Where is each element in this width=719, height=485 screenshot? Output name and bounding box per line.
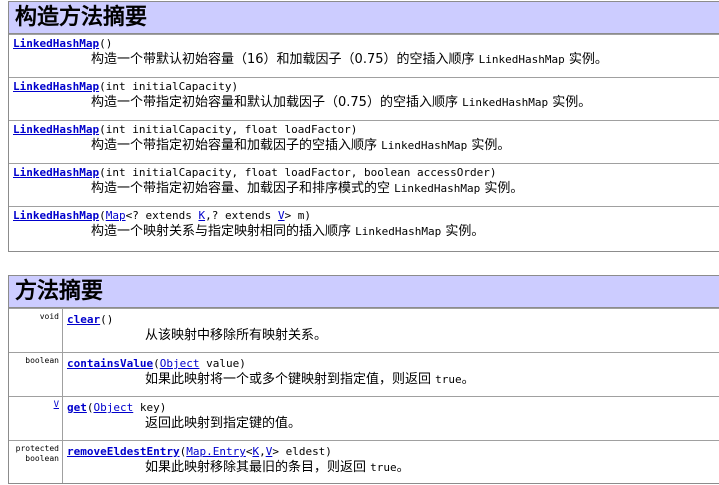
method-row: void clear() 从该映射中移除所有映射关系。 <box>9 308 719 352</box>
constructor-row: LinkedHashMap(int initialCapacity, float… <box>9 120 719 163</box>
method-body: removeEldestEntry(Map.Entry<K,V> eldest)… <box>63 441 719 483</box>
constructor-link[interactable]: LinkedHashMap <box>13 37 99 50</box>
method-modifier: protected boolean <box>9 441 63 483</box>
constructor-link[interactable]: LinkedHashMap <box>13 209 99 222</box>
method-link[interactable]: removeEldestEntry <box>67 445 180 458</box>
constructor-link[interactable]: LinkedHashMap <box>13 80 99 93</box>
method-row: V get(Object key) 返回此映射到指定键的值。 <box>9 396 719 440</box>
method-description: 如果此映射将一个或多个键映射到指定值，则返回 true。 <box>145 372 475 387</box>
method-description: 如果此映射移除其最旧的条目，则返回 true。 <box>145 460 410 475</box>
constructor-description: 构造一个带指定初始容量和默认加载因子（0.75）的空插入顺序 LinkedHas… <box>91 95 592 110</box>
constructor-row: LinkedHashMap(int initialCapacity) 构造一个带… <box>9 77 719 120</box>
method-signature: get(Object key) <box>67 401 167 414</box>
method-link[interactable]: get <box>67 401 87 414</box>
type-link-v[interactable]: V <box>54 400 59 410</box>
type-link-v[interactable]: V <box>278 209 285 222</box>
method-modifier: V <box>9 397 63 440</box>
method-row: boolean containsValue(Object value) 如果此映… <box>9 352 719 396</box>
constructor-signature: LinkedHashMap(int initialCapacity, float… <box>13 166 497 179</box>
type-link-object[interactable]: Object <box>160 357 200 370</box>
type-link-map-entry[interactable]: Map.Entry <box>186 445 246 458</box>
method-summary-heading: 方法摘要 <box>9 276 719 308</box>
constructor-summary-heading: 构造方法摘要 <box>9 2 719 34</box>
constructor-description: 构造一个带默认初始容量（16）和加载因子（0.75）的空插入顺序 LinkedH… <box>91 52 608 67</box>
constructor-signature: LinkedHashMap(int initialCapacity) <box>13 80 239 93</box>
constructor-link[interactable]: LinkedHashMap <box>13 166 99 179</box>
constructor-link[interactable]: LinkedHashMap <box>13 123 99 136</box>
method-body: clear() 从该映射中移除所有映射关系。 <box>63 309 719 352</box>
method-modifier: boolean <box>9 353 63 396</box>
constructor-row: LinkedHashMap(int initialCapacity, float… <box>9 163 719 206</box>
constructor-row: LinkedHashMap() 构造一个带默认初始容量（16）和加载因子（0.7… <box>9 34 719 77</box>
type-link-object[interactable]: Object <box>94 401 134 414</box>
method-summary-table: 方法摘要 void clear() 从该映射中移除所有映射关系。 boolean… <box>8 275 719 484</box>
constructor-description: 构造一个映射关系与指定映射相同的插入顺序 LinkedHashMap 实例。 <box>91 224 485 239</box>
method-link[interactable]: containsValue <box>67 357 153 370</box>
method-body: get(Object key) 返回此映射到指定键的值。 <box>63 397 719 440</box>
type-link-map[interactable]: Map <box>106 209 126 222</box>
method-description: 返回此映射到指定键的值。 <box>145 416 302 431</box>
method-signature: clear() <box>67 313 114 326</box>
method-body: containsValue(Object value) 如果此映射将一个或多个键… <box>63 353 719 396</box>
constructor-signature: LinkedHashMap() <box>13 37 113 50</box>
constructor-description: 构造一个带指定初始容量、加载因子和排序模式的空 LinkedHashMap 实例… <box>91 181 524 196</box>
method-signature: containsValue(Object value) <box>67 357 246 370</box>
method-signature: removeEldestEntry(Map.Entry<K,V> eldest) <box>67 445 332 458</box>
constructor-signature: LinkedHashMap(Map<? extends K,? extends … <box>13 209 312 222</box>
constructor-summary-table: 构造方法摘要 LinkedHashMap() 构造一个带默认初始容量（16）和加… <box>8 1 719 252</box>
constructor-row: LinkedHashMap(Map<? extends K,? extends … <box>9 206 719 251</box>
constructor-description: 构造一个带指定初始容量和加载因子的空插入顺序 LinkedHashMap 实例。 <box>91 138 511 153</box>
method-modifier: void <box>9 309 63 352</box>
method-link[interactable]: clear <box>67 313 100 326</box>
method-row: protected boolean removeEldestEntry(Map.E… <box>9 440 719 483</box>
constructor-signature: LinkedHashMap(int initialCapacity, float… <box>13 123 358 136</box>
method-description: 从该映射中移除所有映射关系。 <box>145 328 328 343</box>
